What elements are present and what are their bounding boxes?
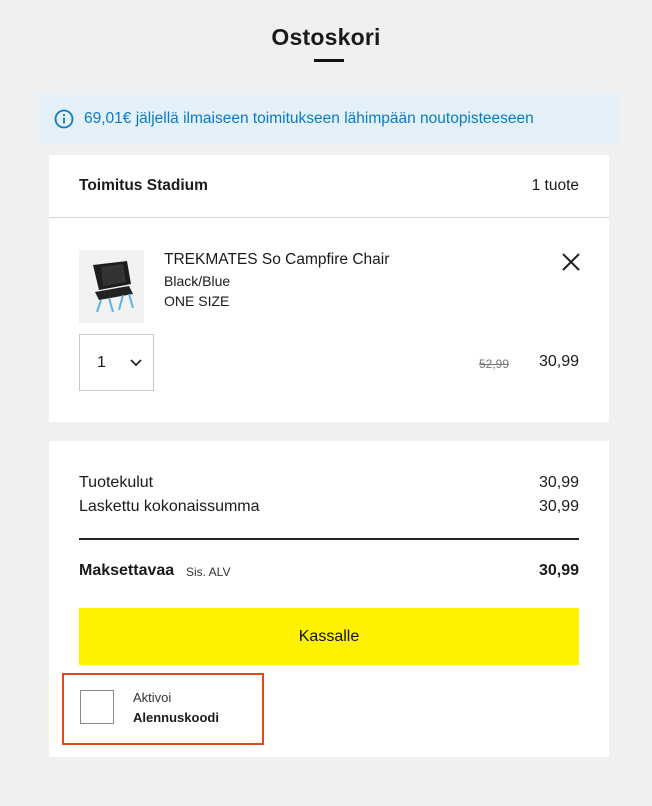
delivery-card: Toimitus Stadium 1 tuote TREKMATES So Ca… [49, 155, 609, 422]
free-shipping-banner: 69,01€ jäljellä ilmaiseen toimitukseen l… [38, 94, 619, 144]
delivery-title: Toimitus Stadium [79, 177, 208, 194]
product-color: Black/Blue [164, 273, 231, 289]
checkout-button[interactable]: Kassalle [79, 608, 579, 665]
free-shipping-text: 69,01€ jäljellä ilmaiseen toimitukseen l… [84, 110, 534, 127]
remove-item-button[interactable] [560, 251, 582, 273]
discount-checkbox[interactable] [80, 690, 114, 724]
total-value: 30,99 [538, 562, 579, 579]
camping-chair-image [93, 261, 134, 313]
product-name[interactable]: TREKMATES So Campfire Chair [164, 251, 389, 269]
chevron-down-icon [130, 359, 142, 367]
title-underline [314, 59, 344, 62]
page-title: Ostoskori [271, 24, 381, 50]
discount-code-section: Aktivoi Alennuskoodi [62, 673, 264, 745]
summary-value: 30,99 [538, 474, 579, 491]
summary-value: 30,99 [538, 498, 579, 515]
summary-label: Tuotekulut [79, 474, 154, 491]
delivery-item-count: 1 tuote [531, 177, 579, 194]
product-thumbnail[interactable] [79, 250, 144, 323]
summary-label: Laskettu kokonaissumma [79, 498, 260, 515]
close-icon [562, 253, 580, 271]
discount-activate-label: Aktivoi [133, 690, 172, 705]
quantity-value: 1 [97, 354, 106, 371]
quantity-select[interactable]: 1 [79, 334, 154, 391]
product-size: ONE SIZE [164, 293, 230, 309]
total-vat-note: Sis. ALV [186, 565, 231, 579]
delivery-header: Toimitus Stadium 1 tuote [49, 155, 609, 218]
total-label: Maksettavaa [79, 562, 175, 579]
summary-divider [79, 538, 579, 540]
discount-code-label[interactable]: Alennuskoodi [133, 710, 219, 725]
original-price: 52,99 [479, 357, 510, 371]
sale-price: 30,99 [538, 353, 579, 370]
info-icon [54, 109, 74, 129]
